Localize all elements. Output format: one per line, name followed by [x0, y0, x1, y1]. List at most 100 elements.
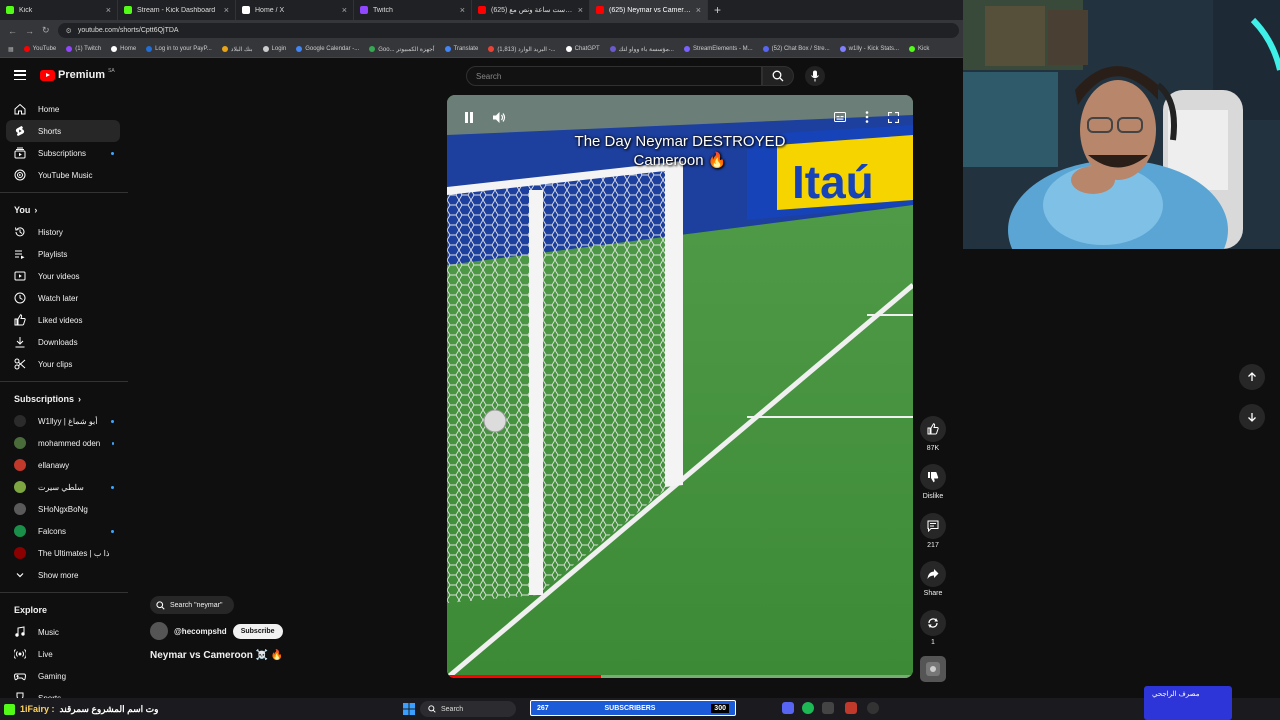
subscription-channel[interactable]: Falcons — [6, 520, 120, 542]
subscription-channel[interactable]: The Ultimates | ذا ب — [6, 542, 120, 564]
bookmark-item[interactable]: بنك البلاد — [221, 46, 253, 53]
bookmark-item[interactable]: (52) Chat Box / Stre... — [762, 46, 830, 52]
reload-icon[interactable]: ↻ — [42, 25, 50, 36]
video-progress-bar[interactable] — [447, 675, 913, 678]
back-icon[interactable]: ← — [8, 26, 17, 36]
previous-short-button[interactable] — [1239, 364, 1265, 390]
shorts-player[interactable]: Itaú The Day Neymar DESTROYED Cameroon 🔥 — [447, 95, 913, 678]
apps-icon[interactable]: ▦ — [8, 46, 14, 53]
browser-tab[interactable]: Twitch × — [354, 0, 472, 20]
close-icon[interactable]: × — [224, 5, 229, 15]
subscription-channel[interactable]: سلطي سيرت — [6, 476, 120, 498]
section-subscriptions-header[interactable]: Subscriptions › — [0, 388, 128, 410]
channel-avatar[interactable] — [150, 622, 168, 640]
url-text: youtube.com/shorts/Cptt6QjTDA — [77, 27, 179, 34]
subscription-channel[interactable]: mohammed oden — [6, 432, 120, 454]
bookmark-item[interactable]: Home — [111, 46, 136, 52]
section-explore-header: Explore — [0, 599, 128, 621]
windows-start-icon[interactable] — [403, 702, 415, 715]
bookmark-item[interactable]: (1) Twitch — [66, 46, 101, 52]
search-button[interactable] — [762, 66, 794, 86]
forward-icon[interactable]: → — [25, 26, 34, 36]
sidebar-item-label: Liked videos — [38, 315, 83, 325]
short-title[interactable]: Neymar vs Cameroon ☠️ 🔥 — [150, 650, 283, 661]
browser-tab[interactable]: Home / X × — [236, 0, 354, 20]
taskbar-search[interactable]: Search — [420, 701, 516, 717]
close-icon[interactable]: × — [106, 5, 111, 15]
playlists-icon — [14, 248, 26, 260]
like-button[interactable]: 87K — [918, 416, 948, 452]
close-icon[interactable]: × — [460, 5, 465, 15]
bookmark-item[interactable]: ChatGPT — [565, 46, 600, 52]
youtube-premium-logo[interactable]: Premium SA — [40, 68, 115, 81]
captions-button[interactable] — [832, 109, 848, 125]
subscription-channel[interactable]: SHoNgxBoNg — [6, 498, 120, 520]
volume-button[interactable] — [491, 109, 507, 125]
app-icon[interactable] — [822, 702, 834, 714]
bookmark-item[interactable]: Google Calendar -... — [296, 46, 359, 52]
sidebar-item-history[interactable]: History — [6, 221, 120, 243]
menu-icon[interactable] — [14, 70, 26, 80]
comments-button[interactable]: 217 — [918, 513, 948, 549]
sound-thumbnail[interactable] — [918, 656, 948, 685]
subscription-channel[interactable]: ellanawy — [6, 454, 120, 476]
url-field[interactable]: ⚙ youtube.com/shorts/Cptt6QjTDA — [57, 23, 959, 38]
sidebar-item-youtube-music[interactable]: YouTube Music — [6, 164, 120, 186]
fullscreen-button[interactable] — [885, 109, 901, 125]
subscribe-button[interactable]: Subscribe — [232, 623, 283, 639]
bookmark-item[interactable]: (1,813) البريد الوارد -... — [488, 46, 556, 53]
sidebar-item-shorts[interactable]: Shorts — [6, 120, 120, 142]
browser-tab[interactable]: (625) Neymar vs Cameroon × — [590, 0, 708, 20]
search-input[interactable]: Search — [466, 66, 762, 86]
sidebar-item-watch-later[interactable]: Watch later — [6, 287, 120, 309]
chat-username: 1iFairy : — [20, 704, 55, 714]
sidebar-item-music[interactable]: Music — [6, 621, 120, 643]
close-icon[interactable]: × — [696, 5, 701, 15]
next-short-button[interactable] — [1239, 404, 1265, 430]
bookmark-item[interactable]: Login — [262, 46, 286, 52]
share-button[interactable]: Share — [918, 561, 948, 597]
bookmark-item[interactable]: YouTube — [23, 46, 56, 52]
new-tab-icon[interactable]: + — [708, 3, 721, 17]
spotify-icon[interactable] — [802, 702, 814, 714]
music-note-icon — [14, 626, 26, 638]
show-more-button[interactable]: Show more — [6, 564, 120, 586]
sidebar-item-playlists[interactable]: Playlists — [6, 243, 120, 265]
pause-button[interactable] — [461, 109, 477, 125]
bookmark-item[interactable]: Translate — [444, 46, 478, 52]
bookmark-item[interactable]: Goo... أجهزة الكمبيوتر — [369, 46, 435, 53]
browser-tab[interactable]: Stream - Kick Dashboard × — [118, 0, 236, 20]
browser-tab[interactable]: Kick × — [0, 0, 118, 20]
sidebar-item-live[interactable]: Live — [6, 643, 120, 665]
sidebar-item-home[interactable]: Home — [6, 98, 120, 120]
sidebar-item-subscriptions[interactable]: Subscriptions — [6, 142, 120, 164]
bookmark-item[interactable]: Log in to your PayP... — [146, 46, 212, 52]
sidebar-item-your-videos[interactable]: Your videos — [6, 265, 120, 287]
discord-icon[interactable] — [782, 702, 794, 714]
bookmark-item[interactable]: StreamElements - M... — [683, 46, 753, 52]
sidebar-item-your-clips[interactable]: Your clips — [6, 353, 120, 375]
section-you-header[interactable]: You › — [0, 199, 128, 221]
recording-app-icon[interactable] — [845, 702, 857, 714]
site-settings-icon[interactable]: ⚙ — [66, 27, 72, 35]
divider — [0, 592, 128, 593]
bookmark-item[interactable]: مؤسسة باء وواو لتك... — [609, 46, 674, 53]
dislike-button[interactable]: Dislike — [918, 464, 948, 500]
thumbs-down-icon — [928, 472, 939, 483]
obs-icon[interactable] — [867, 702, 879, 714]
voice-search-button[interactable] — [805, 66, 825, 86]
sidebar-item-downloads[interactable]: Downloads — [6, 331, 120, 353]
sidebar-item-liked-videos[interactable]: Liked videos — [6, 309, 120, 331]
bookmark-item[interactable]: w1lly - Kick Stats... — [839, 46, 899, 52]
browser-tab[interactable]: (625) بودكاست ساعة ونص مع .. × — [472, 0, 590, 20]
more-options-button[interactable] — [859, 109, 875, 125]
subscription-channel[interactable]: W1llyy | أبو شماغ — [6, 410, 120, 432]
close-icon[interactable]: × — [342, 5, 347, 15]
remix-button[interactable]: 1 — [918, 610, 948, 646]
sidebar-item-gaming[interactable]: Gaming — [6, 665, 120, 687]
channel-name[interactable]: @hecompshd — [174, 627, 227, 636]
tab-title: (625) بودكاست ساعة ونص مع .. — [491, 7, 573, 14]
bookmark-item[interactable]: Kick — [909, 46, 929, 52]
close-icon[interactable]: × — [578, 5, 583, 15]
related-search-chip[interactable]: Search "neymar" — [150, 596, 234, 614]
